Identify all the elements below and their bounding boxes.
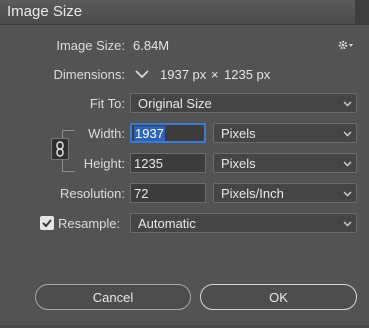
chevron-down-icon (343, 221, 352, 227)
window-title: Image Size (7, 3, 83, 20)
ok-button[interactable]: OK (200, 284, 357, 310)
cancel-button[interactable]: Cancel (35, 284, 191, 310)
width-input[interactable]: 1937 (130, 123, 206, 143)
chevron-down-icon (343, 191, 352, 197)
resolution-input[interactable]: 72 (130, 183, 206, 203)
dimensions-label: Dimensions: (53, 67, 125, 82)
dimensions-width-value: 1937 px (160, 67, 207, 82)
resample-label: Resample: (58, 216, 121, 231)
resample-value: Automatic (138, 216, 196, 231)
dimensions-times: × (211, 67, 219, 82)
height-input-value: 1235 (134, 156, 163, 171)
image-size-value: 6.84M (133, 38, 170, 53)
height-unit-value: Pixels (221, 156, 256, 171)
resolution-label: Resolution: (59, 186, 125, 201)
title-bar: Image Size (0, 0, 369, 25)
chevron-down-icon (343, 101, 352, 107)
width-label: Width: (88, 126, 125, 141)
height-input[interactable]: 1235 (130, 153, 206, 173)
chevron-down-icon (343, 131, 352, 137)
image-size-label: Image Size: (56, 38, 125, 53)
height-label: Height: (83, 156, 125, 171)
fit-to-select[interactable]: Original Size (130, 93, 357, 113)
width-unit-value: Pixels (221, 126, 256, 141)
image-size-dialog: Image Size Image Size: 6.84M Dimensions:… (0, 0, 369, 328)
chain-link-icon[interactable] (51, 138, 69, 160)
resolution-unit-value: Pixels/Inch (221, 186, 284, 201)
resolution-unit-select[interactable]: Pixels/Inch (213, 183, 357, 203)
dimensions-height-value: 1235 px (224, 67, 271, 82)
resolution-input-value: 72 (134, 186, 149, 201)
resample-select[interactable]: Automatic (130, 213, 357, 233)
fit-to-label: Fit To: (89, 96, 125, 111)
width-unit-select[interactable]: Pixels (213, 123, 357, 143)
resample-checkbox[interactable] (40, 216, 54, 230)
checkmark-icon (42, 219, 52, 228)
gear-icon[interactable] (337, 38, 355, 52)
ok-button-label: OK (269, 290, 288, 305)
chevron-down-icon[interactable] (134, 66, 150, 82)
title-bar-edge (355, 0, 369, 24)
cancel-button-label: Cancel (92, 290, 134, 305)
height-unit-select[interactable]: Pixels (213, 153, 357, 173)
fit-to-value: Original Size (138, 96, 212, 111)
width-input-value: 1937 (134, 126, 165, 141)
chevron-down-icon (343, 161, 352, 167)
